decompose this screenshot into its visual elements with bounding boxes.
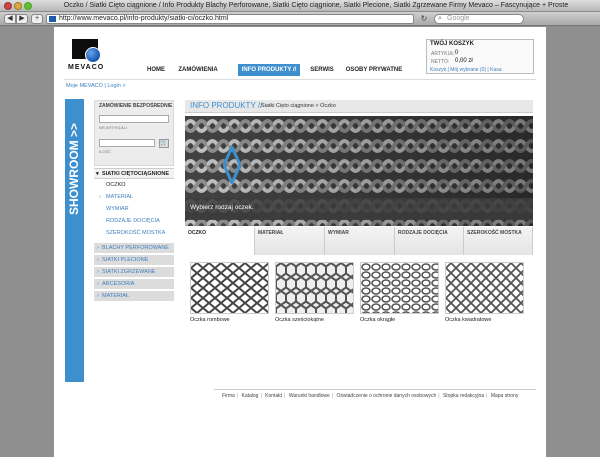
footer-katalog[interactable]: Katalog bbox=[241, 393, 258, 399]
hero-mesh-image: Wybierz rodzaj oczek. bbox=[185, 116, 533, 226]
cart-title: TWÓJ KOSZYK bbox=[430, 41, 475, 47]
thumb-kwadratowe-caption: Oczka kwadratowe bbox=[445, 317, 492, 323]
thumb-okragle-image bbox=[360, 262, 439, 314]
reload-icon[interactable]: ↻ bbox=[418, 14, 430, 24]
address-text: http://www.mevaco.pl/info-produkty/siatk… bbox=[59, 15, 229, 22]
logo-ball-icon bbox=[85, 47, 101, 63]
footer-mapa[interactable]: Mapa strony bbox=[491, 393, 519, 399]
close-window-button[interactable] bbox=[4, 2, 12, 10]
footer-firma[interactable]: Firma bbox=[222, 393, 235, 399]
nav-home[interactable]: HOME bbox=[142, 64, 170, 76]
footer-divider bbox=[214, 389, 536, 390]
footer-stopka[interactable]: Stopka redakcyjna bbox=[443, 393, 484, 399]
sidemenu-cat-arcesoria[interactable]: ARCESORIA bbox=[94, 279, 174, 290]
sidemenu-cat-plecione[interactable]: SIATKI PLECIONE bbox=[94, 255, 174, 266]
article-number-input[interactable] bbox=[99, 115, 169, 123]
zoom-window-button[interactable] bbox=[24, 2, 32, 10]
thumb-rombowe-caption: Oczka rombowe bbox=[190, 317, 230, 323]
forward-button[interactable]: ▶ bbox=[16, 14, 28, 24]
sidemenu-item-wymiar[interactable]: WYMIAR bbox=[94, 204, 174, 215]
window-title: Oczko / Siatki Cięto ciągnione / Info Pr… bbox=[63, 2, 569, 9]
cart-links[interactable]: Koszyk | Mój wybrane (0) | Kasa bbox=[430, 67, 502, 73]
thumb-kwadratowe[interactable]: Oczka kwadratowe bbox=[445, 262, 524, 323]
thumb-okragle-caption: Oczka okrągłe bbox=[360, 317, 396, 323]
content-area: INFO PRODUKTY // Siatki Cięto ciągnione … bbox=[185, 100, 533, 360]
hero-caption-bar: Wybierz rodzaj oczek. bbox=[185, 198, 533, 220]
tab-rodzaje[interactable]: RODZAJE DOCIĘCIA bbox=[395, 227, 464, 255]
footer-warunki[interactable]: Warunki handlowe bbox=[289, 393, 330, 399]
browser-toolbar: ◀ ▶ + http://www.mevaco.pl/info-produkty… bbox=[0, 12, 600, 26]
nav-zamowienia[interactable]: ZAMÓWIENIA bbox=[175, 64, 221, 76]
article-number-label: NR ARTYKUŁU bbox=[99, 125, 127, 130]
sidemenu-cat-material[interactable]: MATERIAŁ bbox=[94, 291, 174, 302]
cart-box: TWÓJ KOSZYK ARTYKUŁ: 0 NETTO: 0,00 zł Ko… bbox=[426, 39, 534, 74]
add-to-cart-icon[interactable]: 🛒 bbox=[159, 139, 169, 148]
search-icon: ⌕ bbox=[438, 15, 442, 22]
thumb-szesciokatne[interactable]: Oczka sześciokątne bbox=[275, 262, 354, 323]
thumb-rombowe-image bbox=[190, 262, 269, 314]
mevaco-logo[interactable]: MEVACO bbox=[68, 39, 108, 73]
address-bar[interactable]: http://www.mevaco.pl/info-produkty/siatk… bbox=[46, 14, 414, 24]
detail-tabs: OCZKO MATERIAŁ WYMIAR RODZAJE DOCIĘCIA S… bbox=[185, 227, 533, 255]
sidemenu-item-oczko[interactable]: OCZKO bbox=[94, 180, 174, 191]
tab-szerokosc[interactable]: SZEROKOŚĆ MOSTKA bbox=[464, 227, 533, 255]
logo-text: MEVACO bbox=[68, 64, 105, 71]
window-titlebar: Oczko / Siatki Cięto ciągnione / Info Pr… bbox=[0, 0, 600, 12]
cart-articles-value: 0 bbox=[455, 50, 459, 56]
sidemenu-cat-zgrzewane[interactable]: SIATKI ZGRZEWANE bbox=[94, 267, 174, 278]
back-button[interactable]: ◀ bbox=[4, 14, 16, 24]
login-links[interactable]: Moje MEVACO | Login > bbox=[66, 83, 126, 89]
thumb-szesciokatne-image bbox=[275, 262, 354, 314]
quantity-input[interactable] bbox=[99, 139, 155, 147]
add-bookmark-button[interactable]: + bbox=[31, 14, 43, 24]
cart-net-label: NETTO: bbox=[431, 59, 450, 65]
nav-info-produkty[interactable]: INFO PRODUKTY // bbox=[238, 64, 300, 76]
sidemenu-head[interactable]: SIATKI CIĘTOCIĄGNIONE bbox=[94, 168, 174, 180]
footer-ochrona-danych[interactable]: Oświadczenie o ochronie danych osobowych bbox=[336, 393, 436, 399]
footer-kontakt[interactable]: Kontakt bbox=[265, 393, 282, 399]
thumb-okragle[interactable]: Oczka okrągłe bbox=[360, 262, 439, 323]
showroom-label: SHOWROOM >> bbox=[67, 122, 81, 215]
content-title: INFO PRODUKTY // bbox=[190, 101, 263, 110]
header-divider bbox=[64, 79, 536, 80]
hero-caption: Wybierz rodzaj oczek. bbox=[190, 204, 254, 211]
showroom-banner[interactable]: SHOWROOM >> bbox=[65, 99, 84, 382]
search-input[interactable]: ⌕ Google bbox=[434, 14, 524, 24]
quantity-label: ILOŚĆ bbox=[99, 149, 112, 154]
sidemenu-item-material[interactable]: MATERIAŁ bbox=[94, 192, 174, 203]
nav-serwis[interactable]: SERWIS bbox=[307, 64, 337, 76]
direct-order-box: ZAMÓWIENIE BEZPOŚREDNIE NR ARTYKUŁU 🛒 IL… bbox=[94, 100, 174, 166]
cart-net-value: 0,00 zł bbox=[455, 58, 473, 64]
thumb-szesciokatne-caption: Oczka sześciokątne bbox=[275, 317, 324, 323]
sidemenu-cat-blachy[interactable]: BLACHY PERFOROWANE bbox=[94, 243, 174, 254]
footer-links: Firma | Katalog | Kontakt | Warunki handlow… bbox=[222, 393, 519, 399]
web-page: MEVACO HOME ZAMÓWIENIA INFO PRODUKTY // … bbox=[54, 27, 546, 457]
content-header: INFO PRODUKTY // Siatki Cięto ciągnione … bbox=[185, 100, 533, 113]
nav-osoby-prywatne[interactable]: OSOBY PRYWATNE bbox=[342, 64, 406, 76]
tab-oczko[interactable]: OCZKO bbox=[185, 227, 255, 255]
thumb-kwadratowe-image bbox=[445, 262, 524, 314]
minimize-window-button[interactable] bbox=[14, 2, 22, 10]
sidemenu-item-rodzaje[interactable]: RODZAJE DOCIĘCIA bbox=[94, 216, 174, 227]
breadcrumb[interactable]: Siatki Cięto ciągnione > Oczko bbox=[261, 103, 336, 109]
sidemenu-item-szerokosc[interactable]: SZEROKOŚĆ MOSTKA bbox=[94, 228, 174, 239]
tab-wymiar[interactable]: WYMIAR bbox=[325, 227, 395, 255]
favicon-icon bbox=[49, 16, 56, 22]
thumb-rombowe[interactable]: Oczka rombowe bbox=[190, 262, 269, 323]
highlight-diamond-icon bbox=[223, 146, 241, 184]
cart-articles-label: ARTYKUŁ: bbox=[431, 51, 456, 57]
search-placeholder: Google bbox=[447, 15, 470, 22]
direct-order-title: ZAMÓWIENIE BEZPOŚREDNIE bbox=[99, 103, 173, 109]
tab-material[interactable]: MATERIAŁ bbox=[255, 227, 325, 255]
